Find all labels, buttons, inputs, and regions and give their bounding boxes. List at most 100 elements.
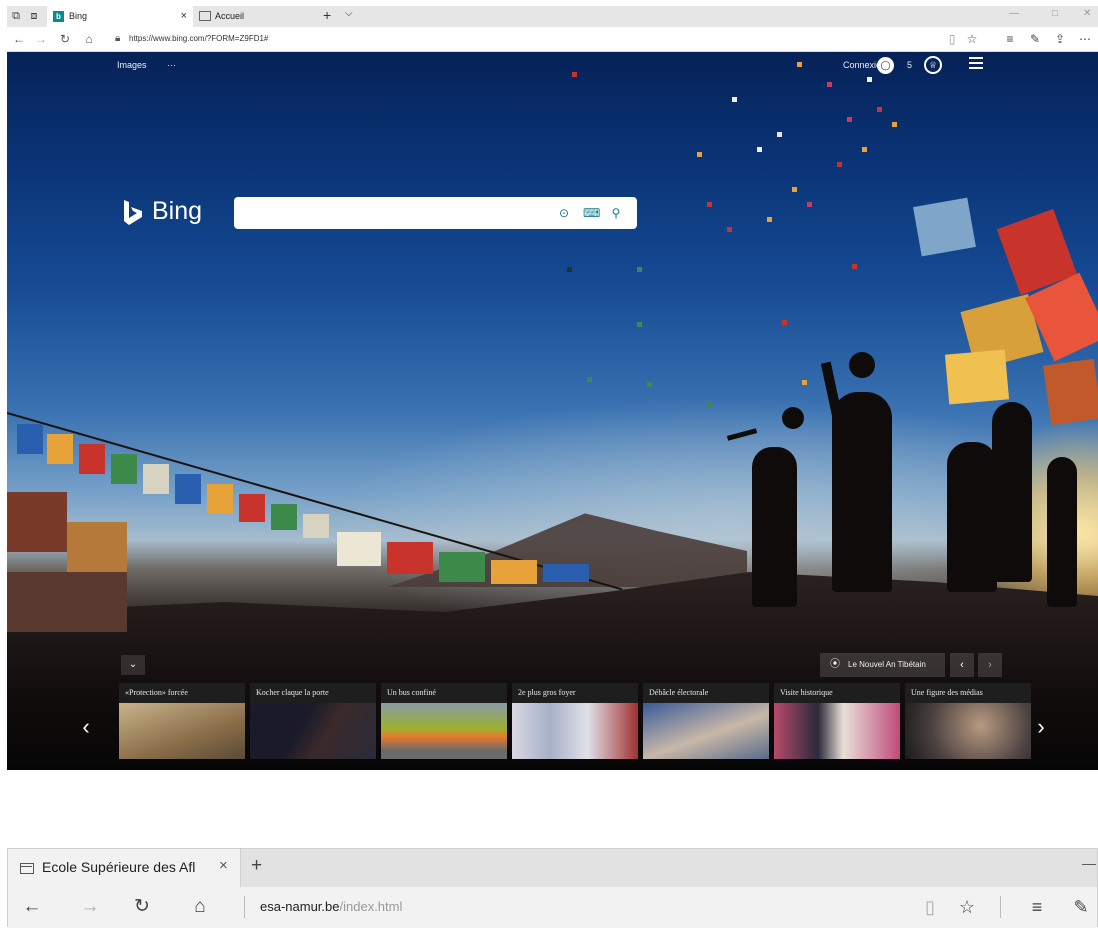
visual-search-icon[interactable]: ⊙: [556, 205, 572, 221]
favorite-star-icon[interactable]: ☆: [956, 896, 978, 918]
new-tab-button[interactable]: +: [251, 855, 262, 877]
confetti-piece: [847, 117, 852, 122]
refresh-icon[interactable]: ↻: [57, 31, 73, 47]
lock-icon: 🔒︎: [115, 33, 121, 44]
news-card-image: [119, 703, 245, 759]
tab-esa[interactable]: Ecole Supérieure des Afl ×: [8, 849, 241, 887]
tab-preview-icon[interactable]: ⧉: [9, 10, 23, 22]
tab-bing[interactable]: b Bing ×: [47, 6, 193, 27]
person-silhouette: [947, 442, 997, 592]
minimize-icon[interactable]: —: [1082, 855, 1096, 871]
confetti-piece: [727, 227, 732, 232]
maximize-icon[interactable]: □: [1052, 8, 1058, 19]
prayer-flag: [143, 464, 169, 494]
pen-icon[interactable]: ✎: [1027, 32, 1043, 46]
menu-hamburger-icon[interactable]: [969, 57, 983, 69]
web-note-icon[interactable]: ✎: [1070, 896, 1092, 918]
confetti-piece: [777, 132, 782, 137]
confetti-piece: [697, 152, 702, 157]
prayer-flag: [1043, 358, 1098, 426]
tab-bar: ⧉ ⧈ b Bing × Accueil + ⌵ — □ ✕: [7, 6, 1098, 27]
carousel-previous-button[interactable]: ‹: [72, 692, 100, 762]
address-bar: ← → ↻ ⌂ esa-namur.be/index.html ▯ ☆ ≡ ✎: [8, 887, 1097, 928]
url-field[interactable]: https://www.bing.com/?FORM=Z9FD1#: [129, 34, 268, 43]
keyboard-icon[interactable]: ⌨: [583, 205, 600, 221]
tab-label: Bing: [69, 11, 88, 21]
prayer-flag: [543, 564, 589, 582]
previous-image-button[interactable]: ‹: [950, 653, 974, 677]
search-input[interactable]: ⊙ ⌨ ⚲: [234, 197, 637, 229]
next-image-button[interactable]: ›: [978, 653, 1002, 677]
close-tab-icon[interactable]: ×: [181, 6, 187, 27]
share-icon[interactable]: ⇪: [1052, 32, 1068, 46]
prayer-flag: [271, 504, 297, 530]
minimize-icon[interactable]: —: [1009, 8, 1019, 19]
news-card-image: [774, 703, 900, 759]
favorites-hub-icon[interactable]: ≡: [1002, 32, 1018, 46]
back-icon[interactable]: ←: [11, 31, 27, 47]
news-card[interactable]: 2e plus gros foyer: [512, 683, 638, 759]
tab-bar: Ecole Supérieure des Afl × + —: [8, 849, 1097, 887]
location-pin-icon: ⦿: [830, 659, 840, 670]
person-silhouette: [992, 402, 1032, 582]
prayer-flag: [207, 484, 233, 514]
person-silhouette: [832, 392, 892, 592]
bing-favicon-icon: b: [53, 11, 64, 22]
confetti-piece: [637, 322, 642, 327]
tab-list-chevron-icon[interactable]: ⌵: [345, 8, 353, 19]
search-icon[interactable]: ⚲: [608, 205, 624, 221]
refresh-icon[interactable]: ↻: [130, 896, 154, 918]
news-card[interactable]: Une figure des médias: [905, 683, 1031, 759]
url-field[interactable]: esa-namur.be/index.html: [260, 899, 402, 914]
more-icon[interactable]: ⋯: [1077, 32, 1093, 46]
rewards-count[interactable]: 5: [907, 60, 912, 70]
news-card[interactable]: Kocher claque la porte: [250, 683, 376, 759]
reading-view-icon[interactable]: ▯: [944, 32, 960, 46]
nav-images-link[interactable]: Images: [117, 60, 147, 70]
news-card[interactable]: Un bus confiné: [381, 683, 507, 759]
prayer-flag: [239, 494, 265, 522]
favorite-star-icon[interactable]: ☆: [964, 32, 980, 46]
url-domain: esa-namur.be: [260, 899, 340, 914]
news-card[interactable]: Débâcle électorale: [643, 683, 769, 759]
address-bar: ← → ↻ ⌂ 🔒︎ https://www.bing.com/?FORM=Z9…: [7, 27, 1098, 52]
prayer-flag: [7, 492, 67, 552]
confetti-piece: [892, 122, 897, 127]
news-card[interactable]: «Protection» forcée: [119, 683, 245, 759]
expand-chevron-down-icon[interactable]: ⌄: [121, 655, 145, 675]
forward-icon[interactable]: →: [78, 896, 102, 918]
carousel-next-button[interactable]: ›: [1027, 692, 1055, 762]
prayer-flag: [47, 434, 73, 464]
confetti-piece: [732, 97, 737, 102]
forward-icon[interactable]: →: [33, 31, 49, 47]
new-tab-button[interactable]: +: [323, 7, 331, 23]
news-card-title: Une figure des médias: [911, 688, 983, 697]
back-icon[interactable]: ←: [20, 896, 44, 918]
tab-accueil[interactable]: Accueil: [193, 6, 313, 27]
news-card-title: 2e plus gros foyer: [518, 688, 576, 697]
confetti-piece: [782, 320, 787, 325]
close-tab-icon[interactable]: ×: [219, 857, 228, 874]
home-icon[interactable]: ⌂: [81, 31, 97, 47]
news-card-image: [250, 703, 376, 759]
prayer-flag: [491, 560, 537, 584]
prayer-flag: [439, 552, 485, 582]
confetti-piece: [707, 202, 712, 207]
news-card[interactable]: Visite historique: [774, 683, 900, 759]
bing-homepage: Images ··· Connexion ◯ 5 ♕ Bing ⊙ ⌨ ⚲ ⌄ …: [7, 52, 1098, 770]
confetti-piece: [572, 72, 577, 77]
hub-menu-icon[interactable]: ≡: [1026, 896, 1048, 918]
confetti-piece: [862, 147, 867, 152]
nav-more-icon[interactable]: ···: [167, 60, 176, 70]
set-aside-tabs-icon[interactable]: ⧈: [27, 10, 41, 22]
user-avatar-icon[interactable]: ◯: [877, 57, 894, 74]
bing-b-logo-icon: [124, 200, 142, 225]
reading-view-icon[interactable]: ▯: [919, 896, 941, 918]
confetti-piece: [807, 202, 812, 207]
confetti-piece: [767, 217, 772, 222]
rewards-trophy-icon[interactable]: ♕: [924, 56, 942, 74]
prayer-flag: [175, 474, 201, 504]
close-window-icon[interactable]: ✕: [1083, 8, 1091, 19]
image-location-info[interactable]: ⦿ Le Nouvel An Tibétain: [820, 653, 945, 677]
home-icon[interactable]: ⌂: [188, 896, 212, 918]
